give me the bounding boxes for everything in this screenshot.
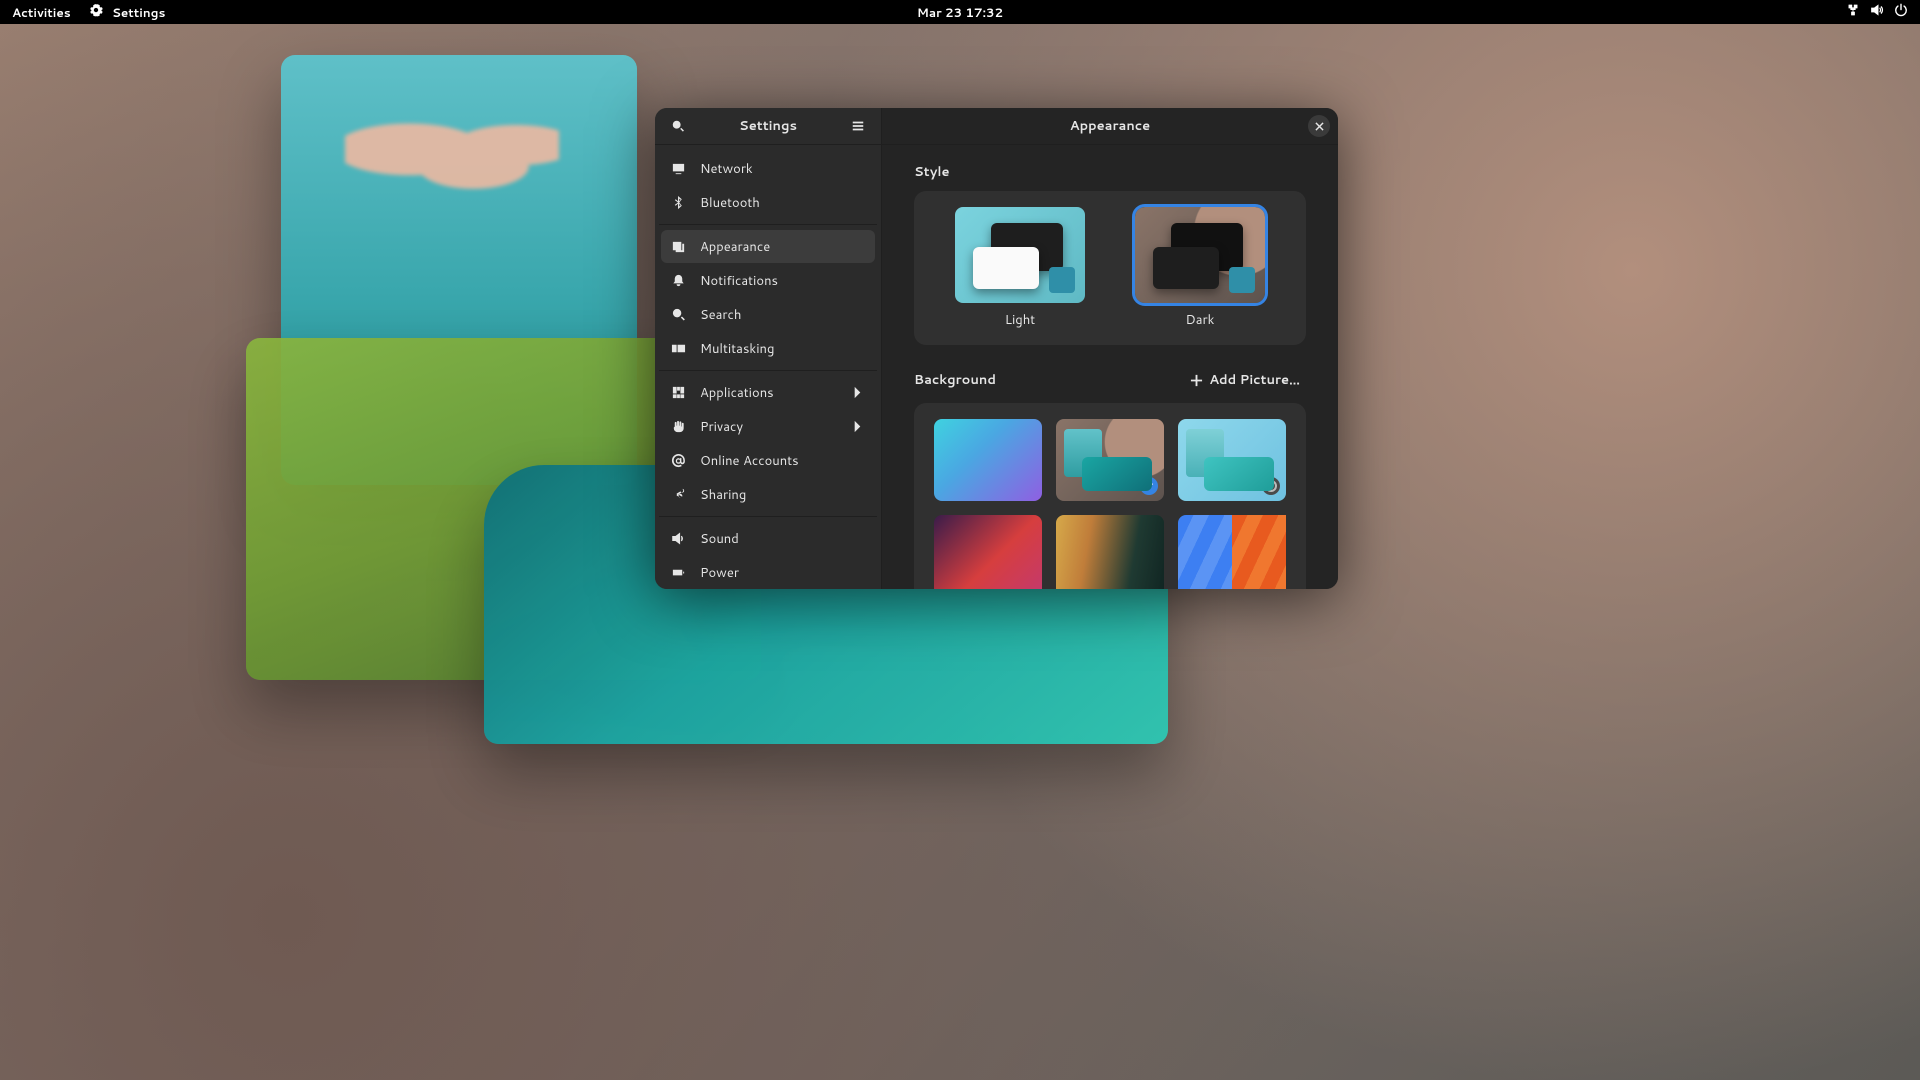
- current-app-label: Settings: [112, 4, 165, 21]
- sidebar-item-label: Applications: [700, 384, 774, 402]
- sidebar-item-label: Sound: [700, 530, 739, 548]
- sidebar-item-appearance[interactable]: Appearance: [661, 230, 875, 263]
- network-status-icon[interactable]: [1846, 3, 1860, 21]
- background-option[interactable]: [934, 419, 1042, 501]
- sidebar-item-notifications[interactable]: Notifications: [661, 264, 875, 297]
- sidebar-item-privacy[interactable]: Privacy: [661, 410, 875, 443]
- background-option[interactable]: [1178, 419, 1286, 501]
- sidebar-item-applications[interactable]: Applications: [661, 376, 875, 409]
- content-title: Appearance: [1070, 117, 1150, 135]
- background-heading: Background: [914, 371, 996, 389]
- sidebar-item-online-accounts[interactable]: Online Accounts: [661, 444, 875, 477]
- sidebar-item-bluetooth[interactable]: Bluetooth: [661, 186, 875, 219]
- style-thumb-dark: [1135, 207, 1265, 303]
- bluetooth-icon: [671, 195, 686, 210]
- style-label: Light: [1005, 311, 1035, 329]
- primary-menu-button[interactable]: [845, 113, 871, 139]
- appearance-icon: [671, 239, 686, 254]
- battery-icon: [671, 565, 686, 580]
- sidebar-item-search[interactable]: Search: [661, 298, 875, 331]
- sidebar-separator: [659, 370, 877, 371]
- add-picture-label: Add Picture…: [1209, 371, 1300, 389]
- settings-window: Settings Network Bluetooth Appearance N: [655, 108, 1338, 589]
- style-option-dark[interactable]: Dark: [1135, 207, 1265, 329]
- chevron-right-icon: [850, 419, 865, 434]
- hamburger-icon: [851, 119, 865, 133]
- sidebar-item-label: Power: [700, 564, 739, 582]
- multitasking-icon: [671, 341, 686, 356]
- background-option[interactable]: [1056, 419, 1164, 501]
- plus-icon: [1190, 374, 1203, 387]
- sidebar-item-label: Multitasking: [700, 340, 774, 358]
- check-icon: [1144, 481, 1154, 491]
- sidebar-header: Settings: [655, 108, 881, 145]
- content-body: Style Light Dark: [882, 145, 1338, 589]
- sidebar-item-sound[interactable]: Sound: [661, 522, 875, 555]
- volume-icon[interactable]: [1870, 3, 1884, 21]
- sidebar-item-power[interactable]: Power: [661, 556, 875, 589]
- settings-sidebar: Settings Network Bluetooth Appearance N: [655, 108, 882, 589]
- style-label: Dark: [1186, 311, 1215, 329]
- hand-icon: [671, 419, 686, 434]
- style-option-light[interactable]: Light: [955, 207, 1085, 329]
- close-icon: [1315, 122, 1324, 131]
- sidebar-separator: [659, 224, 877, 225]
- sidebar-item-multitasking[interactable]: Multitasking: [661, 332, 875, 365]
- current-app-indicator[interactable]: Settings: [89, 3, 166, 21]
- sidebar-item-label: Network: [700, 160, 753, 178]
- share-icon: [671, 487, 686, 502]
- background-option[interactable]: [934, 515, 1042, 589]
- style-heading: Style: [914, 163, 1306, 181]
- sidebar-item-label: Bluetooth: [700, 194, 760, 212]
- content-header: Appearance: [882, 108, 1338, 145]
- sidebar-separator: [659, 516, 877, 517]
- sidebar-item-label: Appearance: [700, 238, 770, 256]
- style-thumb-light: [955, 207, 1085, 303]
- selected-badge: [1140, 477, 1158, 495]
- add-picture-button[interactable]: Add Picture…: [1184, 367, 1306, 393]
- sidebar-title: Settings: [739, 117, 797, 135]
- background-card: [914, 403, 1306, 589]
- background-option[interactable]: [1178, 515, 1286, 589]
- shell-top-bar: Activities Settings Mar 23 17:32: [0, 0, 1920, 24]
- close-button[interactable]: [1308, 115, 1330, 137]
- bell-icon: [671, 273, 686, 288]
- power-icon[interactable]: [1894, 3, 1908, 21]
- sidebar-item-label: Privacy: [700, 418, 743, 436]
- gear-icon: [89, 3, 103, 17]
- search-icon: [671, 307, 686, 322]
- activities-button[interactable]: Activities: [12, 4, 71, 21]
- speaker-icon: [671, 531, 686, 546]
- sidebar-item-label: Sharing: [700, 486, 746, 504]
- clock[interactable]: Mar 23 17:32: [917, 4, 1003, 21]
- chevron-right-icon: [850, 385, 865, 400]
- display-icon: [671, 161, 686, 176]
- background-option[interactable]: [1056, 515, 1164, 589]
- search-icon: [671, 119, 685, 133]
- grid-icon: [671, 385, 686, 400]
- sidebar-item-label: Search: [700, 306, 741, 324]
- sidebar-item-label: Notifications: [700, 272, 778, 290]
- style-card: Light Dark: [914, 191, 1306, 345]
- variant-badge: [1262, 477, 1280, 495]
- sidebar-list: Network Bluetooth Appearance Notificatio…: [655, 145, 881, 589]
- sidebar-item-sharing[interactable]: Sharing: [661, 478, 875, 511]
- sidebar-item-network[interactable]: Network: [661, 152, 875, 185]
- settings-content: Appearance Style Light: [882, 108, 1338, 589]
- sidebar-item-label: Online Accounts: [700, 452, 799, 470]
- search-button[interactable]: [665, 113, 691, 139]
- at-icon: [671, 453, 686, 468]
